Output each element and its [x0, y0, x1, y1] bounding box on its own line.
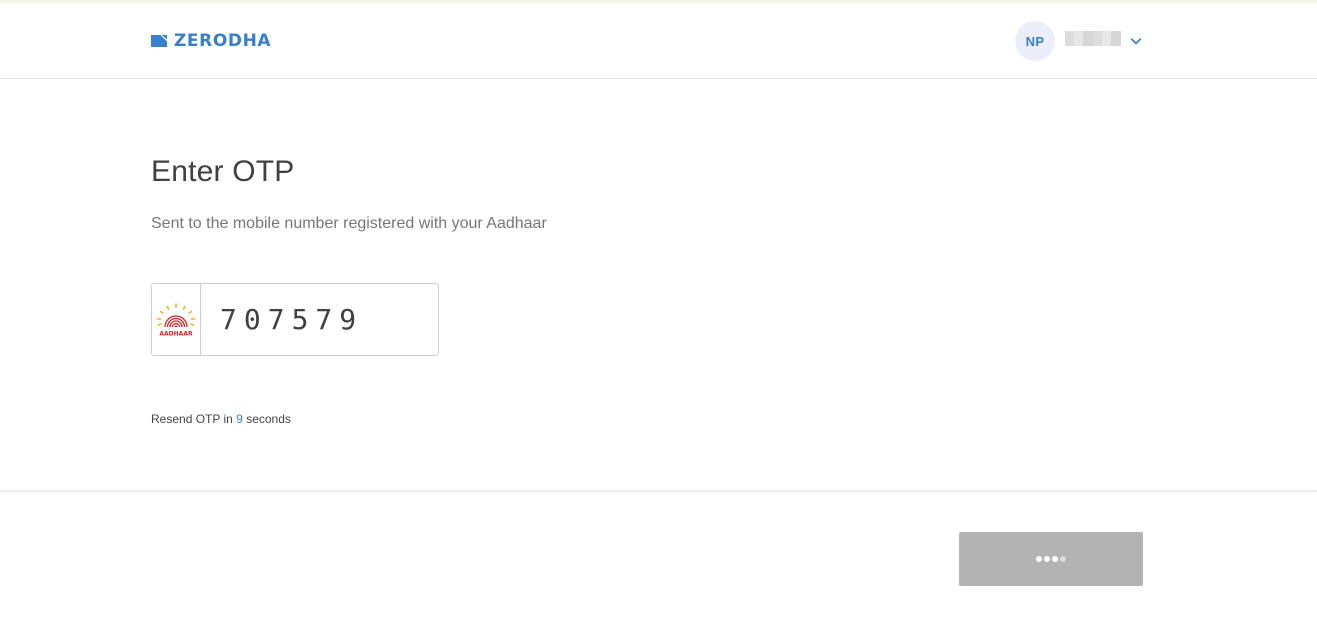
otp-field[interactable]: AADHAAR — [151, 283, 581, 356]
submit-button[interactable] — [959, 532, 1143, 586]
zerodha-logo-icon — [151, 35, 167, 47]
footer-divider — [0, 490, 1317, 492]
otp-form: Enter OTP Sent to the mobile number regi… — [151, 155, 581, 426]
resend-otp-timer: Resend OTP in 9 seconds — [151, 412, 291, 426]
resend-prefix: Resend OTP in — [151, 412, 233, 426]
chevron-down-icon[interactable] — [1129, 34, 1143, 48]
resend-countdown: 9 — [236, 412, 243, 426]
page-title: Enter OTP — [151, 155, 295, 188]
loading-dots-icon — [1036, 556, 1066, 562]
zerodha-logo[interactable]: ZERODHA — [151, 31, 271, 51]
avatar[interactable]: NP — [1015, 21, 1055, 61]
brand-name: ZERODHA — [174, 31, 272, 51]
redacted-user-name — [1065, 30, 1121, 46]
resend-suffix: seconds — [246, 412, 291, 426]
user-menu[interactable]: NP — [1015, 21, 1143, 61]
svg-text:AADHAAR: AADHAAR — [159, 330, 193, 337]
page-subtitle: Sent to the mobile number registered wit… — [151, 215, 547, 232]
otp-input[interactable] — [201, 284, 581, 355]
aadhaar-emblem: AADHAAR — [156, 302, 196, 337]
header: ZERODHA NP — [0, 3, 1317, 79]
aadhaar-logo-icon: AADHAAR — [152, 284, 201, 355]
